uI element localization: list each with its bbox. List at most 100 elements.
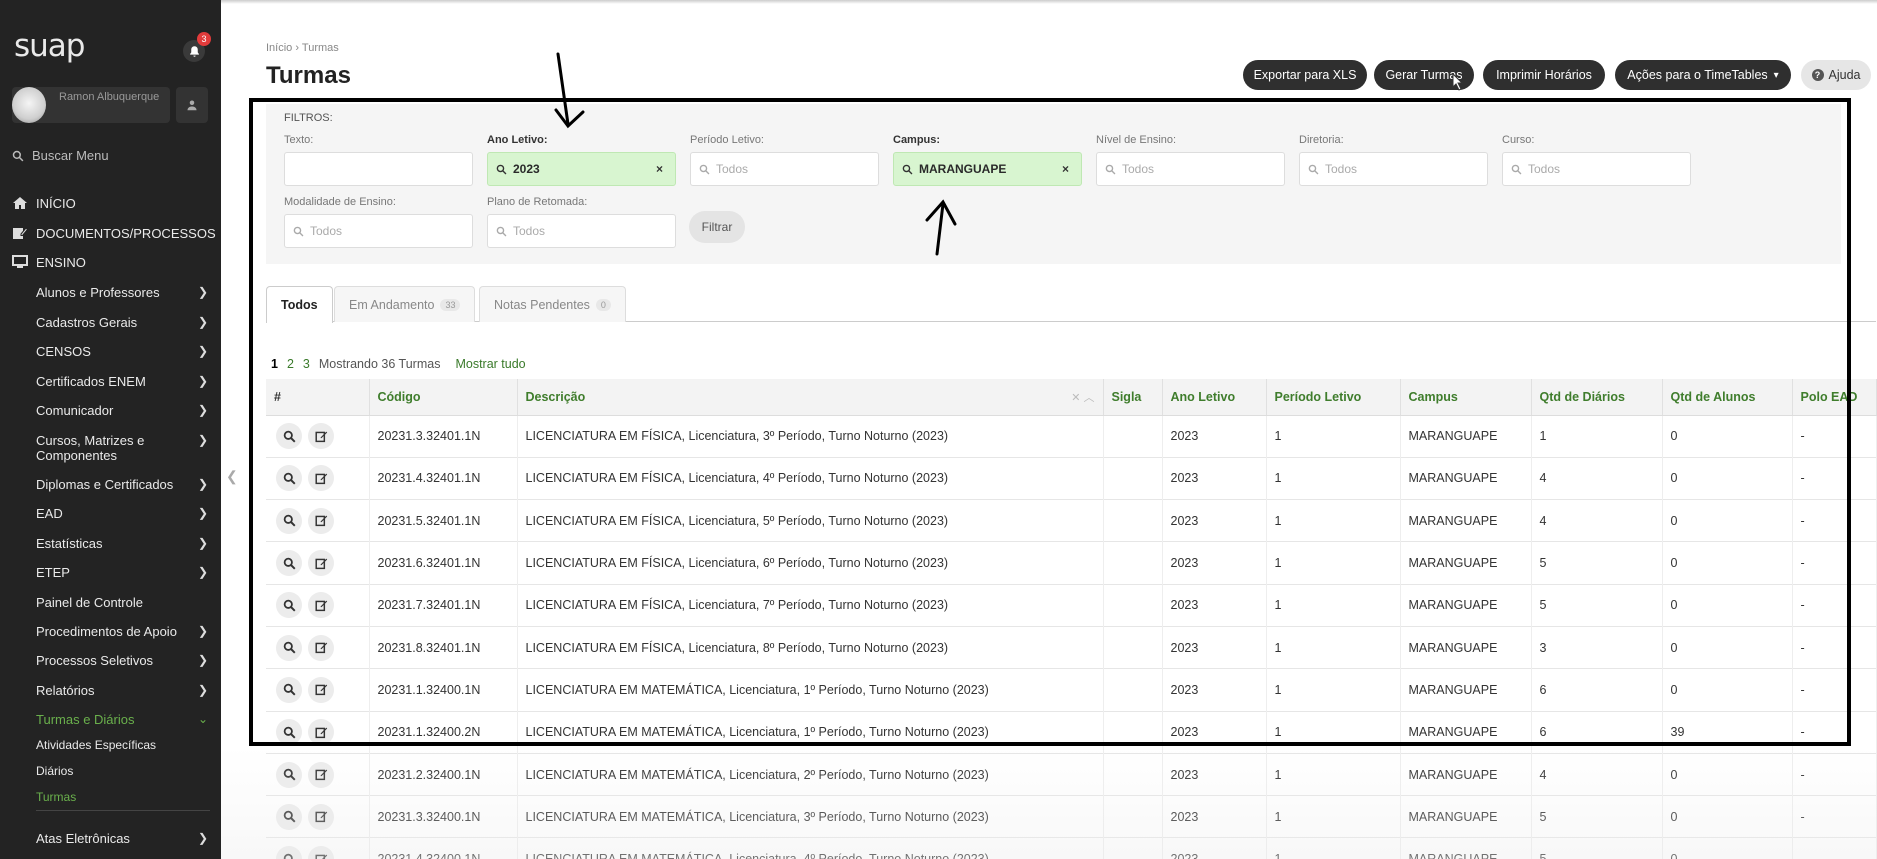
cell-alunos: 0 [1662,457,1793,500]
tab-label: Todos [281,298,318,312]
view-button[interactable] [276,719,302,746]
table-row: 20231.3.32401.1N LICENCIATURA EM FÍSICA, … [266,415,1877,458]
view-button[interactable] [276,761,302,788]
export-xls-button[interactable]: Exportar para XLS [1243,60,1367,90]
view-button[interactable] [276,465,302,492]
tab-notas-pendentes[interactable]: Notas Pendentes 0 [479,286,626,322]
edit-button[interactable] [308,803,334,830]
column-header-diarios[interactable]: Qtd de Diários [1531,379,1663,416]
page-3[interactable]: 3 [303,357,310,371]
campus-select[interactable]: MARANGUAPE × [893,152,1082,186]
cell-descricao: LICENCIATURA EM MATEMÁTICA, Licenciatura… [517,753,1104,796]
edit-button[interactable] [308,719,334,746]
cell-periodo: 1 [1266,837,1401,859]
column-header-codigo[interactable]: Código [369,379,518,416]
view-button[interactable] [276,676,302,703]
sidebar-item-label: Cadastros Gerais [36,315,138,330]
tab-todos[interactable]: Todos [266,286,333,323]
search-icon [1308,164,1319,174]
row-actions [266,457,370,500]
column-header-periodo[interactable]: Período Letivo [1266,379,1401,416]
sort-icon[interactable]: ✕ ︿ [1071,389,1094,405]
search-icon [283,811,295,823]
view-button[interactable] [276,550,302,577]
table-row: 20231.3.32400.1N LICENCIATURA EM MATEMÁTI… [266,795,1877,838]
column-header-descricao[interactable]: Descrição ✕ ︿ [517,379,1104,416]
chevron-right-icon: ❯ [198,565,209,579]
cell-alunos: 0 [1662,753,1793,796]
modality-select[interactable]: Todos [284,214,473,248]
search-icon [699,164,710,174]
plan-select[interactable]: Todos [487,214,676,248]
collapse-sidebar-icon[interactable]: ❮ [226,468,238,485]
cell-diarios: 1 [1531,415,1663,458]
edit-button[interactable] [308,676,334,703]
period-select[interactable]: Todos [690,152,879,186]
view-button[interactable] [276,803,302,830]
help-label: Ajuda [1828,68,1861,82]
year-value: 2023 [513,162,540,176]
column-header-polo[interactable]: Polo EAD [1792,379,1877,416]
chevron-right-icon: ❯ [198,831,209,845]
cell-diarios: 5 [1531,541,1663,585]
edit-button[interactable] [308,846,334,859]
column-header-campus[interactable]: Campus [1400,379,1532,416]
row-actions [266,837,370,859]
clear-year-icon[interactable]: × [656,162,663,176]
view-button[interactable] [276,507,302,534]
clear-campus-icon[interactable]: × [1062,162,1069,176]
show-all-link[interactable]: Mostrar tudo [455,357,525,371]
column-header-hash: # [266,379,370,416]
menu-search[interactable]: Buscar Menu [12,148,109,163]
breadcrumb-separator: › [295,42,300,54]
cell-alunos: 0 [1662,795,1793,838]
course-select[interactable]: Todos [1502,152,1691,186]
edit-button[interactable] [308,634,334,661]
sidebar-item-label: EAD [36,506,63,521]
screen-icon [12,255,28,268]
help-button[interactable]: ? Ajuda [1801,60,1871,90]
column-header-alunos[interactable]: Qtd de Alunos [1662,379,1793,416]
view-button[interactable] [276,423,302,450]
board-select[interactable]: Todos [1299,152,1488,186]
edit-button[interactable] [308,592,334,619]
view-button[interactable] [276,592,302,619]
year-select[interactable]: 2023 × [487,152,676,186]
chevron-right-icon: ❯ [198,285,209,299]
edit-button[interactable] [308,761,334,788]
view-button[interactable] [276,634,302,661]
view-button[interactable] [276,846,302,859]
edit-button[interactable] [308,423,334,450]
generate-classes-button[interactable]: Gerar Turmas [1374,60,1474,90]
cell-alunos: 0 [1662,541,1793,585]
cell-polo: - [1792,668,1877,712]
filter-button[interactable]: Filtrar [689,211,745,243]
edit-button[interactable] [308,465,334,492]
row-actions [266,499,370,542]
search-icon [1105,164,1116,174]
cell-campus: MARANGUAPE [1400,711,1532,754]
level-select[interactable]: Todos [1096,152,1285,186]
tab-em-andamento[interactable]: Em Andamento 33 [334,286,476,322]
cell-ano: 2023 [1162,541,1267,585]
filter-course: Curso: Todos [1502,134,1691,186]
column-header-ano[interactable]: Ano Letivo [1162,379,1267,416]
column-header-sigla[interactable]: Sigla [1103,379,1163,416]
app-logo[interactable]: suap [14,28,85,64]
cell-alunos: 0 [1662,415,1793,458]
breadcrumb-home[interactable]: Início [266,42,292,54]
filter-board-label: Diretoria: [1299,134,1344,146]
row-actions [266,626,370,669]
edit-button[interactable] [308,507,334,534]
text-input[interactable] [284,152,473,186]
sidebar-item-label: Painel de Controle [36,595,143,610]
user-profile[interactable]: Ramon Albuquerque [12,87,170,123]
page-2[interactable]: 2 [287,357,294,371]
timetables-actions-button[interactable]: Ações para o TimeTables ▾ [1615,60,1791,90]
cell-sigla [1103,626,1163,669]
page-1[interactable]: 1 [271,357,278,371]
user-menu-button[interactable] [176,87,208,123]
edit-button[interactable] [308,550,334,577]
chevron-right-icon: ❯ [198,374,209,388]
print-schedules-button[interactable]: Imprimir Horários [1483,60,1605,90]
